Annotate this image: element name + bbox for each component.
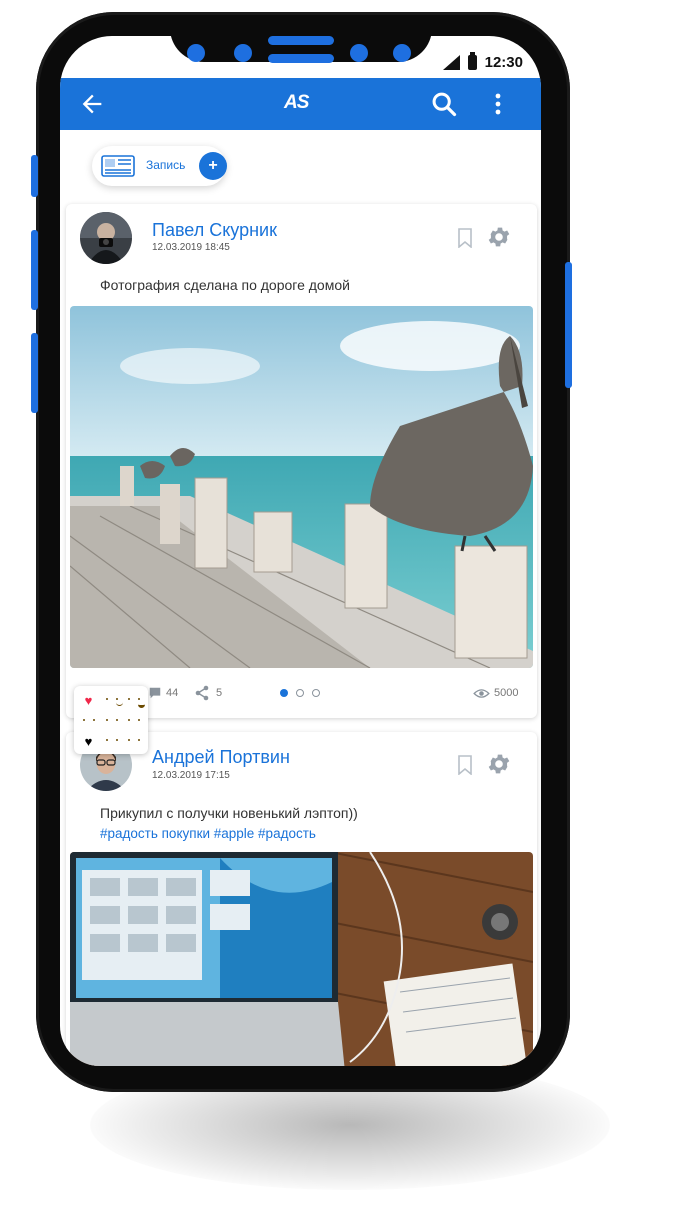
- notch-dot: [393, 44, 411, 62]
- reaction-picker: ♥ ♥: [74, 686, 148, 754]
- post-date: 12.03.2019 17:15: [152, 770, 230, 781]
- carousel-dot[interactable]: [280, 689, 288, 697]
- post-author[interactable]: Павел Скурник: [152, 220, 277, 241]
- post-author[interactable]: Андрей Портвин: [152, 747, 290, 768]
- gear-icon[interactable]: [486, 751, 512, 777]
- back-arrow-icon[interactable]: [78, 90, 106, 118]
- notch-dot: [350, 44, 368, 62]
- status-bar: 12:30: [442, 50, 523, 74]
- app-logo[interactable]: AS: [284, 92, 309, 114]
- comment-count: 44: [166, 687, 179, 699]
- surprised-emoji-icon[interactable]: [104, 714, 119, 729]
- post-date: 12.03.2019 18:45: [152, 242, 230, 253]
- post-photo[interactable]: [70, 852, 533, 1066]
- side-button: [31, 230, 38, 310]
- view-count: 5000: [494, 687, 519, 699]
- laugh-emoji-icon[interactable]: [126, 693, 145, 708]
- comment-icon[interactable]: [148, 686, 162, 700]
- notch-dot: [187, 44, 205, 62]
- more-vert-icon[interactable]: [488, 90, 508, 118]
- phone-screen: 12:30 AS Запись + Павел Скурник 12.03.20…: [60, 36, 541, 1066]
- compose-label: Запись: [146, 158, 186, 172]
- post-card: Андрей Портвин 12.03.2019 17:15 Прикупил…: [66, 732, 537, 1066]
- gear-icon[interactable]: [486, 224, 512, 250]
- notch-speaker: [268, 54, 334, 63]
- share-icon[interactable]: [194, 685, 210, 701]
- notch-dot: [234, 44, 252, 62]
- sad-emoji-icon[interactable]: [104, 734, 119, 749]
- eye-icon: [473, 689, 490, 698]
- signal-icon: [442, 54, 460, 70]
- carousel-dot[interactable]: [312, 689, 320, 697]
- confused-emoji-icon[interactable]: [126, 734, 141, 749]
- status-time: 12:30: [484, 53, 523, 71]
- newspaper-icon: [101, 155, 135, 177]
- compose-post-button[interactable]: Запись +: [92, 146, 227, 186]
- heart-icon[interactable]: ♥: [81, 693, 96, 708]
- avatar[interactable]: [80, 212, 132, 264]
- app-bar: AS: [60, 78, 541, 130]
- bookmark-icon[interactable]: [457, 228, 473, 248]
- post-hashtags[interactable]: #радость покупки #apple #радость: [100, 826, 316, 841]
- post-card: Павел Скурник 12.03.2019 18:45 Фотографи…: [66, 204, 537, 718]
- black-heart-icon[interactable]: ♥: [81, 734, 96, 749]
- post-text: Фотография сделана по дороге домой: [100, 277, 350, 293]
- carousel-dot[interactable]: [296, 689, 304, 697]
- notch-speaker: [268, 36, 334, 45]
- side-button: [31, 333, 38, 413]
- bookmark-icon[interactable]: [457, 755, 473, 775]
- battery-icon: [467, 51, 477, 70]
- search-icon[interactable]: [430, 90, 458, 118]
- share-count: 5: [216, 687, 223, 699]
- neutral-emoji-icon[interactable]: [81, 714, 96, 729]
- post-photo[interactable]: [70, 306, 533, 668]
- wow-emoji-icon[interactable]: [126, 714, 141, 729]
- side-button: [565, 262, 572, 388]
- smile-emoji-icon[interactable]: [104, 693, 123, 708]
- plus-icon[interactable]: +: [199, 152, 227, 180]
- post-text: Прикупил с получки новенький лэптоп)): [100, 805, 358, 821]
- side-button: [31, 155, 38, 197]
